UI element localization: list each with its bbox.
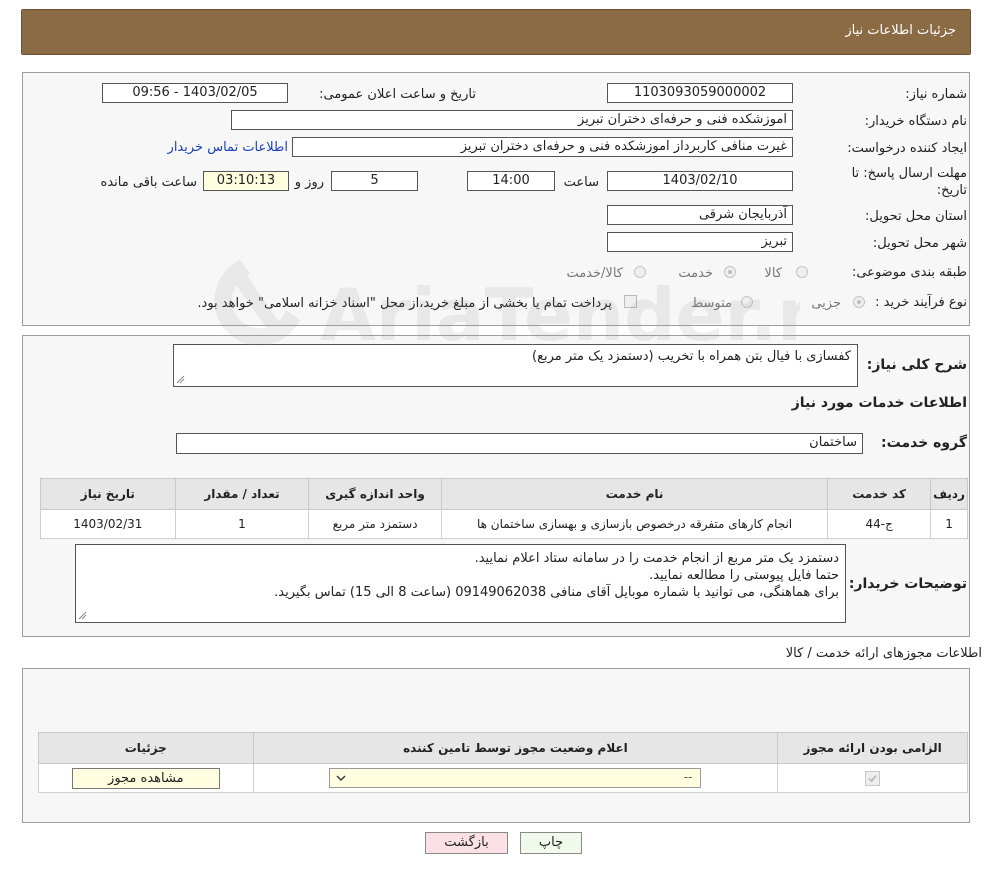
process-option-medium: متوسط: [691, 296, 732, 311]
cell-service-name: انجام کارهای متفرقه درخصوص بازسازی و بهس…: [440, 509, 829, 539]
summary-textarea[interactable]: کفسازی با فیال بتن همراه با تخریب (دستمز…: [173, 344, 858, 387]
category-option-goods: کالا: [764, 266, 782, 281]
cell-permit-details: مشاهده مجوز: [38, 763, 254, 793]
permit-status-value: --: [683, 770, 693, 784]
deadline-time-label: ساعت: [563, 175, 599, 190]
table-row: 1 ج-44 انجام کارهای متفرقه درخصوص بازساز…: [40, 509, 968, 539]
days-field: 5: [331, 171, 418, 191]
process-radio-minor[interactable]: [853, 296, 865, 308]
view-permit-button[interactable]: مشاهده مجوز: [71, 767, 220, 789]
cell-service-code: ج-44: [827, 509, 932, 539]
creator-label: ایجاد کننده درخواست:: [847, 141, 967, 156]
col-service-name: نام خدمت: [440, 478, 829, 510]
col-permit-required: الزامی بودن ارائه مجوز: [777, 732, 968, 764]
print-button[interactable]: چاپ: [520, 832, 582, 854]
process-note: پرداخت تمام یا بخشی از مبلغ خرید،از محل …: [197, 296, 612, 311]
service-group-field: ساختمان: [176, 433, 863, 454]
announce-label: تاریخ و ساعت اعلان عمومی:: [319, 87, 476, 102]
resize-grip-icon: [78, 611, 87, 620]
province-field: آذربایجان شرقی: [607, 205, 793, 225]
col-quantity: تعداد / مقدار: [174, 478, 310, 510]
col-service-code: کد خدمت: [827, 478, 932, 510]
city-label: شهر محل تحویل:: [872, 236, 967, 251]
page-title: جزئیات اطلاعات نیاز: [845, 23, 956, 38]
process-radio-medium[interactable]: [741, 296, 753, 308]
table-row: -- مشاهده مجوز: [38, 763, 968, 793]
category-radio-goods-service[interactable]: [634, 266, 646, 278]
buyer-note-line: برای هماهنگی، می توانید با شماره موبایل …: [274, 585, 839, 600]
cell-need-date: 1403/02/31: [40, 509, 176, 539]
category-radio-service[interactable]: [724, 266, 736, 278]
cell-quantity: 1: [174, 509, 310, 539]
permits-section-title: اطلاعات مجوزهای ارائه خدمت / کالا: [785, 646, 982, 661]
col-need-date: تاریخ نیاز: [40, 478, 176, 510]
col-row: ردیف: [930, 478, 968, 510]
treasury-checkbox[interactable]: [624, 295, 637, 308]
permits-table-header: الزامی بودن ارائه مجوز اعلام وضعیت مجوز …: [38, 732, 968, 764]
buyer-org-label: نام دستگاه خریدار:: [864, 114, 967, 129]
category-option-goods-service: کالا/خدمت: [566, 266, 623, 281]
days-label: روز و: [294, 175, 324, 190]
cell-unit: دستمزد متر مربع: [308, 509, 442, 539]
services-section-title: اطلاعات خدمات مورد نیاز: [791, 395, 967, 411]
remaining-label: ساعت باقی مانده: [100, 175, 197, 190]
cell-permit-required: [777, 763, 968, 793]
category-option-service: خدمت: [678, 266, 713, 281]
permit-status-select[interactable]: --: [329, 768, 702, 788]
page-header: جزئیات اطلاعات نیاز: [21, 9, 971, 55]
buyer-notes-textarea[interactable]: دستمزد یک متر مربع از انجام خدمت را در س…: [75, 544, 846, 623]
buyer-note-line: دستمزد یک متر مربع از انجام خدمت را در س…: [474, 551, 839, 566]
chevron-down-icon: [336, 775, 346, 781]
col-unit: واحد اندازه گیری: [308, 478, 442, 510]
need-number-label: شماره نیاز:: [905, 87, 967, 102]
cell-row: 1: [930, 509, 968, 539]
col-permit-status: اعلام وضعیت مجوز توسط تامین کننده: [252, 732, 779, 764]
category-radio-goods[interactable]: [796, 266, 808, 278]
creator-field: غیرت منافی کاربرداز اموزشکده فنی و حرفه‌…: [292, 137, 793, 157]
deadline-label-date: تاریخ:: [936, 183, 967, 198]
announce-field: 1403/02/05 - 09:56: [102, 83, 288, 103]
permits-table: الزامی بودن ارائه مجوز اعلام وضعیت مجوز …: [38, 732, 968, 793]
buyer-org-field: اموزشکده فنی و حرفه‌ای دختران تبریز: [231, 110, 793, 130]
permit-required-checkbox: [865, 770, 881, 786]
service-group-label: گروه خدمت:: [881, 435, 967, 451]
process-label: نوع فرآیند خرید :: [875, 295, 967, 310]
col-permit-details: جزئیات: [38, 732, 254, 764]
summary-label: شرح کلی نیاز:: [866, 357, 967, 373]
resize-grip-icon: [176, 375, 185, 384]
city-field: تبریز: [607, 232, 793, 252]
back-button[interactable]: بازگشت: [425, 832, 508, 854]
process-option-minor: جزیی: [811, 296, 841, 311]
province-label: استان محل تحویل:: [865, 209, 967, 224]
deadline-time-field: 14:00: [467, 171, 555, 191]
summary-text: کفسازی با فیال بتن همراه با تخریب (دستمز…: [532, 349, 851, 364]
buyer-note-line: حتما فایل پیوستی را مطالعه نمایید.: [649, 568, 839, 583]
cell-permit-status: --: [252, 763, 779, 793]
services-table-header: ردیف کد خدمت نام خدمت واحد اندازه گیری ت…: [40, 478, 968, 510]
deadline-date-field: 1403/02/10: [607, 171, 793, 191]
deadline-label: مهلت ارسال پاسخ: تا: [851, 166, 967, 181]
buyer-notes-label: توضیحات خریدار:: [848, 576, 967, 592]
buyer-contact-link[interactable]: اطلاعات تماس خریدار: [168, 140, 288, 155]
check-icon: [868, 774, 877, 782]
services-table: ردیف کد خدمت نام خدمت واحد اندازه گیری ت…: [40, 478, 968, 539]
need-number-field: 1103093059000002: [607, 83, 793, 103]
category-label: طبقه بندی موضوعی:: [851, 265, 967, 280]
remaining-time-field: 03:10:13: [203, 171, 289, 191]
